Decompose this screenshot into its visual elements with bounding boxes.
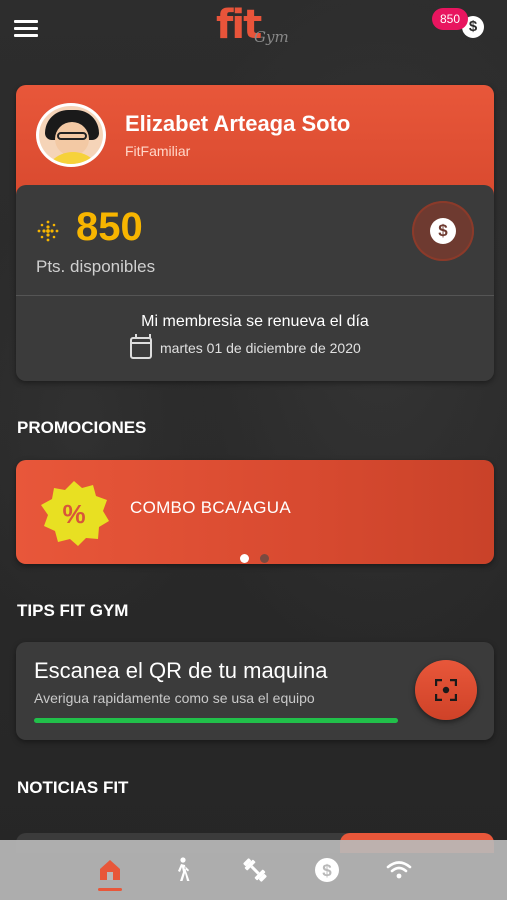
tip-card[interactable]: Escanea el QR de tu maquina Averigua rap…: [16, 642, 494, 740]
top-bar: fit Gym $ 850: [0, 0, 507, 60]
qr-scan-icon: [435, 679, 457, 701]
points-label: Pts. disponibles: [36, 257, 156, 276]
carousel-dot-active[interactable]: [240, 554, 249, 563]
app-logo: fit Gym: [216, 2, 296, 50]
points-section: 850 Pts. disponibles $ Mi membresia se r…: [16, 185, 494, 381]
nav-connect[interactable]: [383, 854, 415, 886]
profile-name: Elizabet Arteaga Soto: [125, 111, 351, 136]
divider: [16, 295, 494, 296]
promo-name: COMBO BCA/AGUA: [130, 498, 292, 517]
home-icon: [100, 860, 120, 880]
renew-date: martes 01 de diciembre de 2020: [160, 340, 361, 356]
nav-active-indicator: [98, 888, 122, 891]
points-value: 850: [76, 205, 143, 249]
tip-card-subtitle: Averigua rapidamente como se usa el equi…: [34, 690, 315, 706]
wifi-icon: [386, 861, 412, 879]
nav-home[interactable]: [94, 854, 126, 886]
profile-header: Elizabet Arteaga Soto FitFamiliar: [16, 85, 494, 197]
nav-rewards[interactable]: $: [311, 854, 343, 886]
dollar-coin-icon: $: [315, 858, 339, 882]
menu-icon[interactable]: [14, 20, 38, 38]
tip-progress-bar: [34, 718, 398, 723]
svg-text:$: $: [322, 861, 332, 880]
points-dots-icon: [37, 220, 59, 242]
logo-sub-text: Gym: [254, 28, 289, 46]
membership-renew-text: Mi membresia se renueva el día: [141, 313, 369, 330]
promo-card[interactable]: % COMBO BCA/AGUA: [16, 460, 494, 564]
discount-badge-icon: %: [41, 481, 109, 546]
profile-card: Elizabet Arteaga Soto FitFamiliar 850 Pt…: [16, 85, 494, 381]
dollar-coin-icon: $: [430, 218, 456, 244]
calendar-icon: [130, 334, 152, 359]
nav-workouts[interactable]: [239, 854, 271, 886]
promotions-title: PROMOCIONES: [17, 418, 147, 437]
bottom-nav: $: [0, 840, 507, 900]
redeem-points-button[interactable]: $: [412, 201, 474, 261]
walking-icon: [178, 857, 190, 881]
tip-card-title: Escanea el QR de tu maquina: [34, 658, 328, 683]
nav-activity[interactable]: [166, 854, 198, 886]
avatar[interactable]: [36, 103, 106, 167]
points-badge: 850: [432, 8, 469, 30]
tips-title: TIPS FIT GYM: [17, 601, 129, 620]
membership-plan: FitFamiliar: [125, 143, 191, 159]
dumbbell-icon: [243, 858, 267, 882]
discount-symbol: %: [62, 499, 85, 529]
news-title: NOTICIAS FIT: [17, 778, 129, 797]
carousel-dot[interactable]: [260, 554, 269, 563]
scan-qr-button[interactable]: [415, 660, 477, 720]
